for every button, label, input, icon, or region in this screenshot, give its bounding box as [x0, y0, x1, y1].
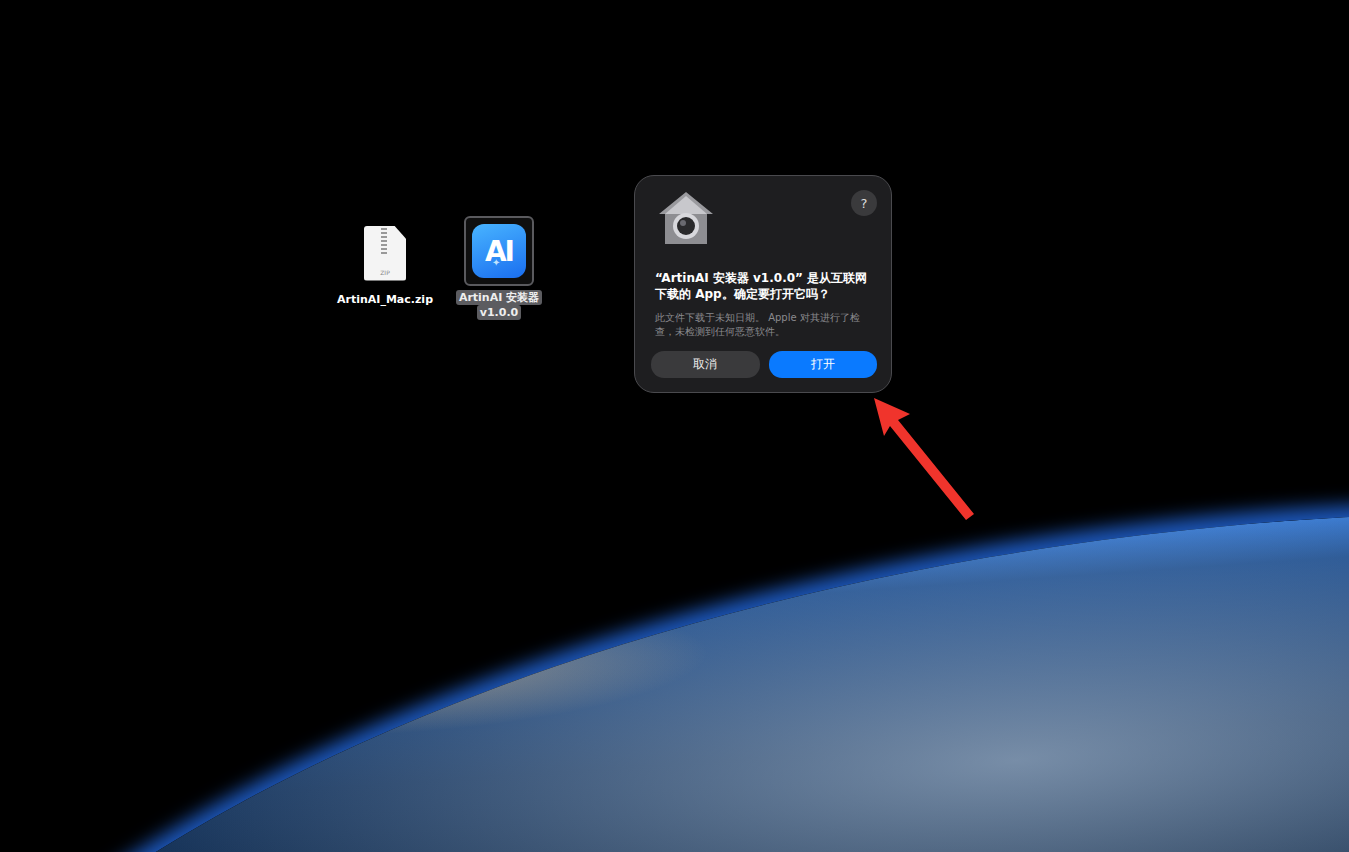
- gatekeeper-dialog: ? “ArtinAI 安装器 v1.0.0” 是从互联网下载的 App。确定要打开…: [634, 175, 892, 393]
- icon-label: ArtinAI_Mac.zip: [337, 292, 433, 307]
- cancel-button[interactable]: 取消: [651, 351, 760, 378]
- security-house-icon: [657, 190, 715, 246]
- wallpaper-earth: [0, 408, 1349, 852]
- red-arrow-icon: [870, 394, 1010, 534]
- icon-label: ArtinAI 安装器v1.0.0: [456, 290, 542, 320]
- app-logo-icon: AI✦: [472, 224, 526, 278]
- help-button[interactable]: ?: [851, 190, 877, 216]
- dialog-message: 此文件下载于未知日期。 Apple 对其进行了检查，未检测到任何恶意软件。: [651, 311, 877, 339]
- desktop: ZIP ArtinAI_Mac.zip AI✦ ArtinAI 安装器v1.0.0? “…: [0, 0, 1349, 852]
- desktop-icon[interactable]: ZIP ArtinAI_Mac.zip: [330, 218, 440, 307]
- desktop-icon[interactable]: AI✦ ArtinAI 安装器v1.0.0: [444, 216, 554, 320]
- dialog-title: “ArtinAI 安装器 v1.0.0” 是从互联网下载的 App。确定要打开它…: [651, 270, 877, 302]
- open-button[interactable]: 打开: [769, 351, 878, 378]
- zip-file-icon: ZIP: [364, 226, 406, 281]
